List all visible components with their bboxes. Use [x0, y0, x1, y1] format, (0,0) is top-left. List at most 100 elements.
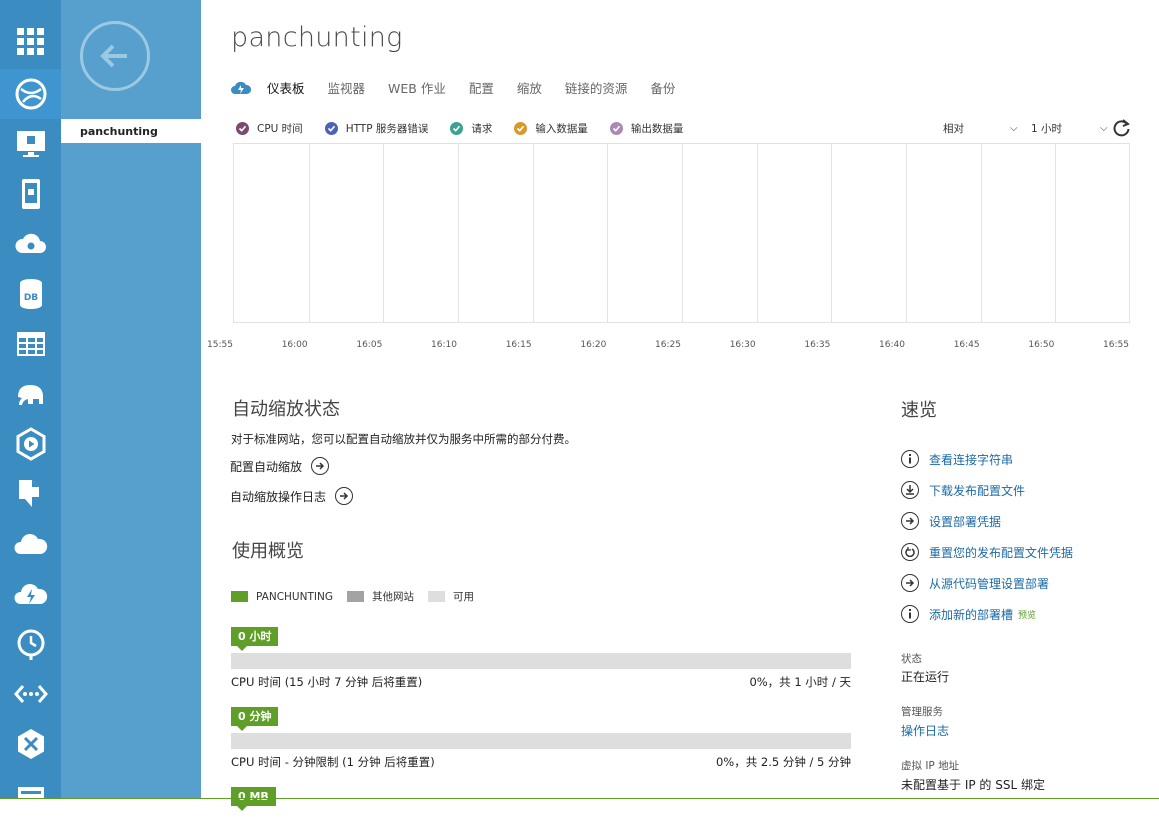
x-tick-label: 16:40 — [879, 340, 905, 350]
cloud-lightning-icon[interactable] — [0, 569, 61, 619]
setup-source-control-link[interactable]: 从源代码管理设置部署 — [901, 574, 1049, 592]
add-deployment-slot-link[interactable]: 添加新的部署槽 预览 — [901, 605, 1036, 623]
usage-label-cpu: CPU 时间 (15 小时 7 分钟 后将重置) — [231, 675, 423, 689]
storage-table-icon[interactable] — [0, 319, 61, 369]
websites-globe-icon[interactable] — [0, 69, 61, 119]
cloud-services-icon[interactable] — [0, 219, 61, 269]
service-bus-icon[interactable] — [0, 469, 61, 519]
view-connection-strings-link[interactable]: 查看连接字符串 — [901, 450, 1013, 468]
tab-scale[interactable]: 缩放 — [517, 78, 542, 97]
tab-monitor[interactable]: 监视器 — [328, 78, 366, 97]
virtual-ip-label: 虚拟 IP 地址 — [901, 760, 960, 772]
usage-badge-cpu-minute: 0 分钟 — [231, 707, 279, 731]
autoscale-log-label: 自动缩放操作日志 — [230, 489, 327, 504]
check-icon — [236, 122, 249, 135]
usage-bar-cpu-minute — [231, 733, 851, 749]
legend-label: 请求 — [471, 123, 493, 135]
usage-value-cpu: 0%，共 1 小时 / 天 — [749, 675, 851, 689]
configure-autoscale-link[interactable]: 配置自动缩放 — [230, 457, 330, 475]
x-tick-label: 16:25 — [655, 340, 681, 350]
legend-data-in[interactable]: 输入数据量 — [514, 121, 588, 136]
legend-data-out[interactable]: 输出数据量 — [609, 121, 684, 136]
x-tick-label: 16:10 — [431, 340, 457, 350]
all-items-grid-icon[interactable] — [0, 17, 61, 67]
x-tick-label: 16:20 — [580, 340, 607, 350]
grid-line — [458, 144, 459, 322]
scheduler-clock-icon[interactable] — [0, 619, 61, 669]
grid-line — [308, 144, 310, 322]
x-tick-label: 16:15 — [505, 340, 532, 350]
service-rail: DB — [0, 0, 61, 811]
check-icon — [324, 122, 338, 135]
grid-line — [906, 144, 907, 322]
legend-requests[interactable]: 请求 — [450, 121, 492, 136]
usage-legend: PANCHUNTING 其他网站 可用 — [231, 589, 488, 604]
set-deployment-credentials-link[interactable]: 设置部署凭据 — [901, 512, 1001, 530]
management-services-label: 管理服务 — [901, 706, 943, 718]
usage-value-cpu-minute: 0%，共 2.5 分钟 / 5 分钟 — [715, 755, 851, 769]
grid-line — [756, 144, 758, 322]
info-icon — [901, 450, 919, 468]
autoscale-title: 自动缩放状态 — [232, 399, 340, 420]
tab-dashboard[interactable]: 仪表板 — [267, 78, 305, 97]
arrow-right-icon — [311, 457, 330, 475]
arrow-right-icon — [901, 512, 919, 530]
sql-databases-icon[interactable]: DB — [0, 269, 61, 319]
x-tick-label: 16:05 — [356, 340, 383, 350]
x-tick-label: 16:30 — [729, 340, 756, 350]
api-management-icon[interactable] — [0, 669, 61, 719]
autoscale-description: 对于标准网站，您可以配置自动缩放并仅为服务中所需的部分付费。 — [231, 432, 576, 446]
legend-http-errors[interactable]: HTTP 服务器错误 — [324, 121, 428, 136]
time-range-select[interactable]: 1 小时 ⌵ — [1031, 121, 1108, 136]
virtual-machines-icon[interactable] — [0, 119, 61, 169]
legend-label: 输出数据量 — [630, 123, 684, 135]
metrics-chart — [233, 143, 1130, 323]
grid-line — [831, 144, 833, 322]
time-mode-value: 相对 — [943, 123, 964, 135]
usage-badge-data: 0 MB — [231, 787, 276, 811]
autoscale-log-link[interactable]: 自动缩放操作日志 — [230, 487, 354, 505]
tab-backups[interactable]: 备份 — [650, 78, 675, 97]
check-icon — [450, 122, 464, 135]
arrow-right-icon — [901, 574, 919, 592]
management-portal-icon[interactable] — [0, 769, 61, 819]
hdinsight-elephant-icon[interactable] — [0, 369, 61, 419]
reset-publish-credentials-link[interactable]: 重置您的发布配置文件凭据 — [901, 543, 1073, 561]
tab-configure[interactable]: 配置 — [469, 78, 494, 97]
tab-bar: 仪表板 监视器 WEB 作业 配置 缩放 链接的资源 备份 — [231, 78, 698, 97]
tab-linked-resources[interactable]: 链接的资源 — [565, 78, 628, 97]
usage-badge-cpu: 0 小时 — [231, 627, 279, 651]
download-publish-profile-link[interactable]: 下载发布配置文件 — [901, 481, 1025, 499]
traffic-manager-icon[interactable] — [0, 719, 61, 769]
x-tick-label: 16:50 — [1028, 340, 1055, 350]
back-button[interactable] — [80, 21, 150, 91]
x-tick-label: 16:00 — [281, 340, 308, 350]
arrow-right-icon — [335, 487, 354, 505]
usage-legend-other-sites: 其他网站 — [346, 589, 414, 604]
usage-bar-cpu — [231, 653, 851, 669]
chevron-down-icon: ⌵ — [1100, 123, 1108, 134]
quick-start-cloud-icon[interactable] — [231, 81, 251, 95]
legend-label: 输入数据量 — [535, 123, 588, 135]
x-tick-label: 16:55 — [1103, 340, 1129, 350]
mobile-services-icon[interactable] — [0, 169, 61, 219]
grid-line — [1055, 144, 1057, 322]
usage-legend-this-site: PANCHUNTING — [231, 591, 333, 603]
media-services-icon[interactable] — [0, 419, 61, 469]
operation-logs-link[interactable]: 操作日志 — [901, 722, 949, 739]
legend-cpu-time[interactable]: CPU 时间 — [236, 121, 303, 136]
mobile-engagement-cloud-icon[interactable] — [0, 519, 61, 569]
info-icon — [901, 605, 919, 623]
grid-line — [980, 144, 982, 322]
subnav-item-site[interactable]: panchunting — [61, 119, 201, 143]
grid-line — [383, 144, 385, 322]
usage-legend-available: 可用 — [427, 589, 474, 604]
page-title: panchunting — [231, 22, 403, 53]
chevron-down-icon: ⌵ — [1010, 123, 1018, 134]
tab-webjobs[interactable]: WEB 作业 — [388, 78, 446, 97]
legend-label: CPU 时间 — [257, 123, 303, 135]
check-icon — [609, 122, 623, 135]
usage-label-cpu-minute: CPU 时间 - 分钟限制 (1 分钟 后将重置) — [231, 755, 435, 769]
refresh-icon[interactable] — [1113, 119, 1131, 141]
time-mode-select[interactable]: 相对 ⌵ — [943, 121, 1018, 136]
